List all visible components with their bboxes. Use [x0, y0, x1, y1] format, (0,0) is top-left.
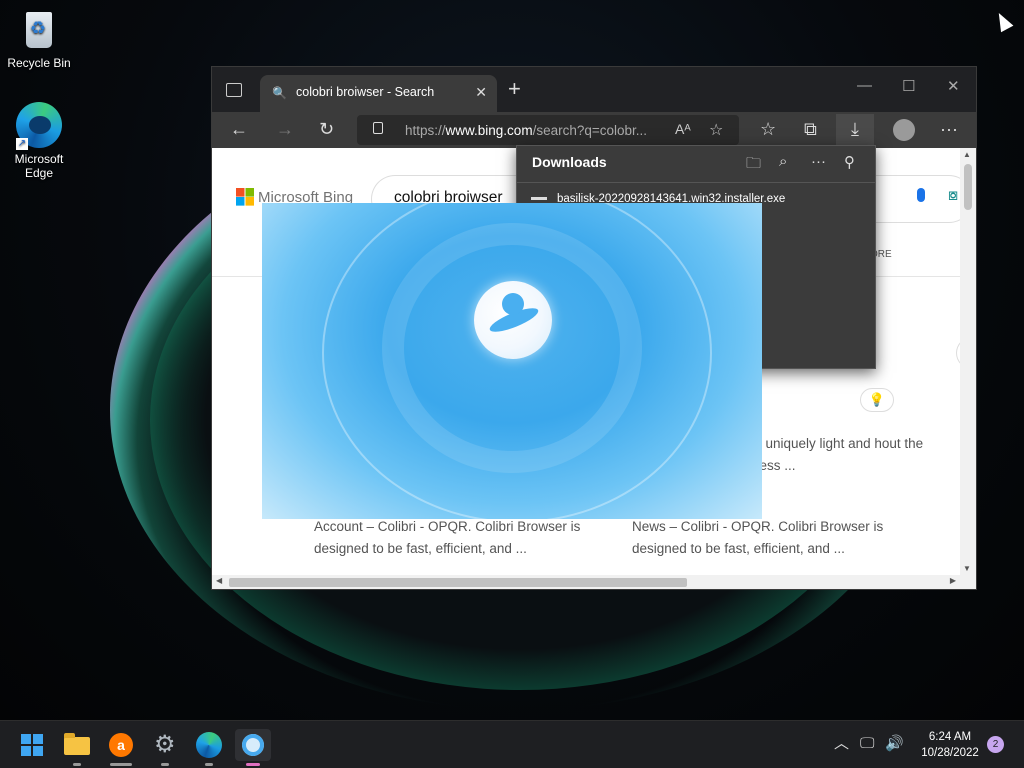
new-tab-button[interactable]: +: [508, 78, 521, 100]
desktop-icon-label: Microsoft Edge: [14, 152, 64, 180]
avast-icon: a: [109, 733, 133, 757]
read-aloud-icon[interactable]: Aᴬ: [675, 121, 691, 137]
volume-icon[interactable]: 🔊: [885, 735, 904, 753]
address-url: https://www.bing.com/search?q=colobr...: [405, 123, 648, 138]
start-button[interactable]: [16, 729, 48, 761]
divider: [517, 182, 875, 183]
taskbar-clock[interactable]: 6:24 AM 10/28/2022: [920, 729, 980, 761]
notification-badge[interactable]: 2: [987, 736, 1004, 753]
folder-icon[interactable]: 🗀: [746, 153, 761, 178]
taskbar-settings[interactable]: ⚙: [149, 729, 181, 766]
network-icon[interactable]: 🖵: [860, 735, 874, 753]
close-window-button[interactable]: ✕: [947, 77, 960, 95]
microphone-icon[interactable]: [917, 188, 925, 202]
colibri-icon: [242, 734, 264, 756]
back-button[interactable]: ←: [230, 118, 248, 140]
refresh-button[interactable]: ↻: [319, 118, 334, 140]
clock-time: 6:24 AM: [928, 731, 972, 743]
scrollbar-thumb[interactable]: [964, 164, 972, 210]
file-icon: [531, 197, 547, 200]
colibri-logo-icon: [474, 281, 552, 359]
desktop-icon-label: Recycle Bin: [7, 56, 71, 70]
lightbulb-icon[interactable]: 💡: [860, 388, 894, 412]
edge-icon: [196, 732, 222, 758]
recycle-bin-icon: [16, 6, 62, 52]
horizontal-scrollbar[interactable]: ◀ ▶: [212, 575, 976, 589]
lock-icon: [373, 122, 383, 134]
running-indicator: [161, 763, 169, 766]
clock-date: 10/28/2022: [921, 747, 979, 759]
installer-splash-window: [262, 203, 762, 519]
settings-menu-button[interactable]: ···: [940, 118, 958, 140]
edge-icon: ↗: [16, 102, 62, 150]
tab-close-icon[interactable]: ✕: [475, 84, 487, 101]
desktop-icon-microsoft-edge[interactable]: ↗ Microsoft Edge: [1, 102, 77, 180]
maximize-button[interactable]: ☐: [902, 77, 915, 95]
collections-button[interactable]: ⧉: [804, 118, 817, 140]
scroll-left-icon[interactable]: ◀: [216, 576, 222, 585]
tab-actions-icon[interactable]: [226, 83, 242, 97]
pin-icon[interactable]: ⚲: [844, 153, 855, 171]
scrollbar-thumb[interactable]: [229, 578, 687, 587]
search-icon: 🔍: [272, 86, 287, 100]
result-snippet: Account – Colibri - OPQR. Colibri Browse…: [314, 519, 581, 556]
profile-avatar[interactable]: [893, 119, 915, 141]
search-icon[interactable]: ⌕: [779, 153, 787, 170]
downloads-title: Downloads: [532, 154, 607, 170]
tab-title: colobri broiwser - Search: [296, 85, 435, 99]
scroll-up-icon[interactable]: ▲: [963, 150, 971, 159]
visual-search-icon[interactable]: ⧇: [948, 187, 958, 205]
result-snippet: ce is uniquely light and hout the endles…: [734, 436, 924, 473]
taskbar-file-explorer[interactable]: [61, 729, 93, 766]
folder-icon: [64, 733, 90, 755]
gear-icon: ⚙: [154, 731, 176, 758]
running-indicator: [205, 763, 213, 766]
microsoft-logo-icon: [236, 188, 254, 206]
scroll-down-icon[interactable]: ▼: [963, 564, 971, 573]
taskbar-avast[interactable]: a: [105, 729, 137, 766]
running-indicator: [110, 763, 132, 766]
desktop-icon-recycle-bin[interactable]: Recycle Bin: [1, 6, 77, 70]
add-favorite-icon[interactable]: ☆: [709, 120, 723, 140]
navigation-toolbar: ← → ↻ https://www.bing.com/search?q=colo…: [212, 112, 976, 148]
taskbar: a ⚙ ︿ 🖵 🔊 6:24 AM 10/28/2022 2: [0, 720, 1024, 768]
chevron-up-icon[interactable]: ︿: [834, 735, 849, 753]
scroll-right-icon[interactable]: ▶: [950, 576, 956, 585]
minimize-button[interactable]: —: [857, 77, 872, 94]
more-options-icon[interactable]: ···: [811, 153, 826, 170]
windows-logo-icon: [21, 734, 43, 756]
address-bar[interactable]: https://www.bing.com/search?q=colobr... …: [357, 115, 739, 145]
taskbar-edge[interactable]: [193, 729, 225, 766]
running-indicator: [246, 763, 260, 766]
vertical-scrollbar[interactable]: ▲ ▼: [960, 148, 976, 575]
tab-bar: 🔍 colobri broiwser - Search ✕ + — ☐ ✕: [212, 67, 976, 112]
taskbar-colibri-installer[interactable]: [235, 729, 271, 766]
forward-button[interactable]: →: [276, 118, 294, 140]
favorites-button[interactable]: ☆: [760, 118, 776, 140]
shortcut-arrow-icon: ↗: [16, 138, 28, 150]
result-snippet: News – Colibri - OPQR. Colibri Browser i…: [632, 519, 884, 556]
tab-search[interactable]: 🔍 colobri broiwser - Search ✕: [260, 75, 497, 112]
running-indicator: [73, 763, 81, 766]
downloads-button[interactable]: ⤓: [836, 114, 874, 146]
